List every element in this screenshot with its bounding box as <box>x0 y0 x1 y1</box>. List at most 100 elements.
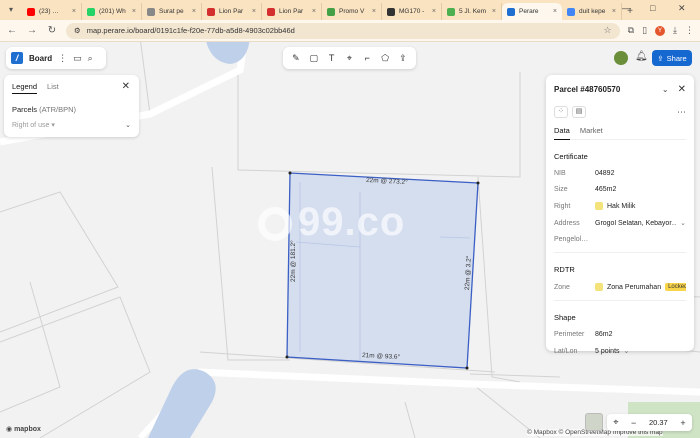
latlon-value[interactable]: 5 points <box>595 348 620 355</box>
forward-icon[interactable]: → <box>26 25 38 36</box>
browser-tab[interactable]: Perare × <box>502 3 562 20</box>
back-icon[interactable]: ← <box>6 25 18 36</box>
address-label: Address <box>554 219 580 227</box>
close-icon[interactable]: ✕ <box>678 84 686 95</box>
share-icon: ⇪ <box>657 53 664 63</box>
polygon-icon[interactable]: ⬠ <box>378 53 392 64</box>
board-title: Board <box>29 53 53 63</box>
legend-filter-row[interactable]: Right of use ▾ ⌄ <box>12 121 131 129</box>
tab-favicon-icon <box>567 7 575 16</box>
user-avatar[interactable] <box>614 51 628 65</box>
tab-close-icon[interactable]: × <box>72 8 76 15</box>
browser-menu-icon[interactable]: ⋮ <box>685 25 694 36</box>
pengelola-label: Pengelol… <box>554 236 589 243</box>
tab-close-icon[interactable]: × <box>553 8 557 15</box>
rdtr-heading: RDTR <box>554 265 575 274</box>
browser-tab[interactable]: MG170 - × <box>382 3 442 20</box>
legend-layer: Parcels (ATR/BPN) <box>12 105 131 114</box>
download-icon[interactable]: ⤓ <box>673 25 677 36</box>
tab-search-icon[interactable]: ▾ <box>4 4 18 16</box>
browser-tab-bar: ▾ (23) … × (201) Wh × Surat pe × Lion Par × Lion… <box>0 0 700 20</box>
mapbox-logo[interactable]: ◉ mapbox <box>6 425 41 433</box>
extensions-icon[interactable]: ⧉ <box>628 25 634 36</box>
chevron-down-icon[interactable]: ⌄ <box>624 347 630 355</box>
tab-title: Surat pe <box>159 8 184 15</box>
tab-close-icon[interactable]: × <box>372 8 376 15</box>
tab-title: (201) Wh <box>99 8 126 15</box>
tab-market[interactable]: Market <box>580 126 603 135</box>
bookmark-star-icon[interactable]: ☆ <box>604 25 612 36</box>
locate-icon[interactable]: ⌖ <box>613 417 618 428</box>
bell-icon[interactable]: 🔔︎ <box>635 51 648 62</box>
browser-tab[interactable]: Surat pe × <box>142 3 202 20</box>
zoom-in-button[interactable]: + <box>680 418 685 428</box>
tab-title: duit kepe <box>579 8 606 15</box>
browser-tab[interactable]: Lion Par × <box>202 3 262 20</box>
minimize-icon[interactable]: — <box>622 3 631 13</box>
url-text: map.perare.io/board/0191c1fe-f20e-77db-a… <box>86 26 295 35</box>
line-icon[interactable]: ⌐ <box>360 53 374 63</box>
tab-close-icon[interactable]: × <box>612 8 616 15</box>
tab-title: 5 Jl. Kem <box>459 8 487 15</box>
upload-icon[interactable]: ⇪ <box>396 53 410 64</box>
basemap-toggle[interactable] <box>585 413 603 431</box>
tab-favicon-icon <box>267 7 275 16</box>
chevron-down-icon[interactable]: ⌄ <box>680 219 686 227</box>
board-menu-icon[interactable]: ⋮ <box>58 53 67 64</box>
tab-title: Lion Par <box>279 8 304 15</box>
tab-close-icon[interactable]: × <box>312 8 316 15</box>
right-swatch <box>595 202 603 210</box>
nib-label: NIB <box>554 170 566 177</box>
search-icon[interactable]: ⌕ <box>88 53 93 64</box>
address-bar: ← → ↻ ⚙ map.perare.io/board/0191c1fe-f20… <box>0 20 700 42</box>
tab-close-icon[interactable]: × <box>432 8 436 15</box>
close-window-icon[interactable]: ✕ <box>678 3 686 14</box>
tab-close-icon[interactable]: × <box>192 8 196 15</box>
browser-tab[interactable]: Lion Par × <box>262 3 322 20</box>
tab-title: Lion Par <box>219 8 244 15</box>
browser-tab[interactable]: (23) … × <box>22 3 82 20</box>
tab-close-icon[interactable]: × <box>492 8 496 15</box>
browser-tab[interactable]: Promo V × <box>322 3 382 20</box>
close-icon[interactable]: ✕ <box>122 81 130 92</box>
profile-avatar[interactable]: Y <box>655 25 666 36</box>
chevron-down-icon: ▾ <box>51 122 55 129</box>
nib-value: 04892 <box>595 170 615 177</box>
site-info-icon[interactable]: ⚙ <box>74 26 81 35</box>
measure-icon[interactable]: ⁘ <box>554 106 568 118</box>
certificate-heading: Certificate <box>554 152 588 161</box>
reload-icon[interactable]: ↻ <box>46 25 58 36</box>
maximize-icon[interactable]: □ <box>650 3 655 13</box>
tab-close-icon[interactable]: × <box>132 8 136 15</box>
tab-close-icon[interactable]: × <box>252 8 256 15</box>
browser-tab[interactable]: (201) Wh × <box>82 3 142 20</box>
zoom-out-button[interactable]: − <box>631 418 636 428</box>
pin-icon[interactable]: ⌖ <box>342 53 356 64</box>
zoom-controls: ⌖ − 20.37 + <box>607 414 692 431</box>
right-label: Right <box>554 202 571 210</box>
collapse-chevron-icon[interactable]: ⌄ <box>125 121 131 129</box>
tab-data[interactable]: Data <box>554 126 570 140</box>
perare-logo[interactable]: / <box>11 52 23 64</box>
book-icon[interactable]: ▭ <box>73 53 82 64</box>
drawing-toolbar: ✎ ▢ T ⌖ ⌐ ⬠ ⇪ <box>283 47 416 69</box>
tab-favicon-icon <box>27 7 35 16</box>
size-value: 465m2 <box>595 186 617 193</box>
tab-favicon-icon <box>387 7 395 16</box>
tab-title: MG170 - <box>399 8 425 15</box>
note-icon[interactable]: ▢ <box>307 53 321 64</box>
browser-tab[interactable]: duit kepe × <box>562 3 622 20</box>
tab-legend[interactable]: Legend <box>12 82 38 94</box>
text-icon[interactable]: T <box>325 53 339 63</box>
filter-select[interactable]: Right of use <box>12 122 49 129</box>
chevron-down-icon[interactable]: ⌄ <box>662 85 669 94</box>
layers-icon[interactable]: ▤ <box>572 106 586 118</box>
tab-list[interactable]: List <box>47 82 59 94</box>
browser-tab[interactable]: 5 Jl. Kem × <box>442 3 502 20</box>
pen-icon[interactable]: ✎ <box>289 53 303 64</box>
share-button[interactable]: ⇪ Share <box>652 50 692 66</box>
sidebar-icon[interactable]: ▯ <box>642 25 647 36</box>
tab-favicon-icon <box>447 7 455 16</box>
more-icon[interactable]: ⋯ <box>677 107 686 118</box>
url-field[interactable]: ⚙ map.perare.io/board/0191c1fe-f20e-77db… <box>66 22 620 39</box>
